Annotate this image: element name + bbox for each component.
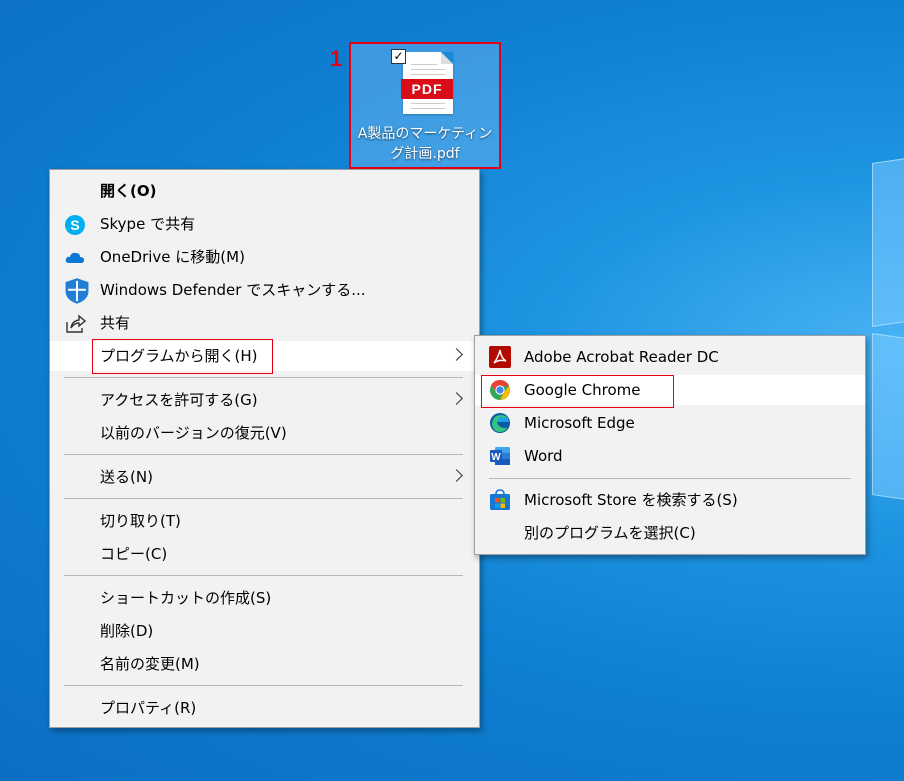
chevron-right-icon <box>450 392 463 405</box>
menu-separator <box>64 498 463 499</box>
menu-item-label: OneDrive に移動(M) <box>100 248 245 266</box>
onedrive-cloud-icon <box>65 252 84 263</box>
windows-logo-pane-top <box>872 157 904 327</box>
context-menu: 開く(O) S Skype で共有 OneDrive に移動(M) Window… <box>49 169 480 728</box>
menu-item-defender-scan[interactable]: Windows Defender でスキャンする... <box>50 275 479 305</box>
menu-item-label: 切り取り(T) <box>100 512 181 530</box>
windows-logo-pane-bottom <box>872 333 904 501</box>
chevron-right-icon <box>450 469 463 482</box>
pdf-badge: PDF <box>401 79 453 99</box>
submenu-item-label: Microsoft Edge <box>524 414 635 432</box>
menu-item-label: 以前のバージョンの復元(V) <box>100 424 287 442</box>
menu-separator <box>64 377 463 378</box>
menu-item-give-access[interactable]: アクセスを許可する(G) <box>50 385 479 415</box>
step-3-highlight-box <box>481 375 674 408</box>
menu-item-label: コピー(C) <box>100 545 168 563</box>
menu-item-label: 名前の変更(M) <box>100 655 200 673</box>
menu-item-delete[interactable]: 削除(D) <box>50 616 479 646</box>
menu-item-send-to[interactable]: 送る(N) <box>50 462 479 492</box>
menu-item-onedrive[interactable]: OneDrive に移動(M) <box>50 242 479 272</box>
menu-item-label: 削除(D) <box>100 622 154 640</box>
submenu-item-choose-another-app[interactable]: 別のプログラムを選択(C) <box>475 518 865 548</box>
menu-item-copy[interactable]: コピー(C) <box>50 539 479 569</box>
submenu-item-word[interactable]: W Word <box>475 441 865 471</box>
open-with-submenu: Adobe Acrobat Reader DC Google Chrome Mi… <box>474 335 866 555</box>
menu-separator <box>489 478 851 479</box>
adobe-acrobat-icon <box>489 346 511 368</box>
submenu-item-adobe-acrobat[interactable]: Adobe Acrobat Reader DC <box>475 342 865 372</box>
menu-item-label: 開く(O) <box>100 182 157 200</box>
menu-item-label: アクセスを許可する(G) <box>100 391 258 409</box>
submenu-item-label: Word <box>524 447 563 465</box>
menu-item-skype-share[interactable]: S Skype で共有 <box>50 209 479 239</box>
menu-item-label: Windows Defender でスキャンする... <box>100 281 366 299</box>
page-line <box>411 103 445 104</box>
submenu-item-label: Microsoft Store を検索する(S) <box>524 491 738 509</box>
menu-separator <box>64 575 463 576</box>
page-line <box>411 64 437 65</box>
menu-item-label: プロパティ(R) <box>100 699 197 717</box>
windows-defender-shield-icon <box>65 278 89 304</box>
share-icon <box>66 314 86 333</box>
page-line <box>411 74 445 75</box>
file-name-label: A製品のマーケティン グ計画.pdf <box>357 126 493 162</box>
skype-icon: S <box>65 215 85 235</box>
pdf-document-icon: PDF <box>401 52 453 114</box>
submenu-item-label: Adobe Acrobat Reader DC <box>524 348 719 366</box>
menu-item-label: Skype で共有 <box>100 215 196 233</box>
page-fold-corner <box>441 52 453 64</box>
menu-item-share[interactable]: 共有 <box>50 308 479 338</box>
submenu-item-microsoft-edge[interactable]: Microsoft Edge <box>475 408 865 438</box>
svg-text:S: S <box>70 217 79 233</box>
menu-item-open[interactable]: 開く(O) <box>50 176 479 206</box>
selection-checkbox[interactable]: ✓ <box>391 49 406 64</box>
page-line <box>411 108 445 109</box>
menu-item-cut[interactable]: 切り取り(T) <box>50 506 479 536</box>
word-icon: W <box>490 447 510 465</box>
menu-item-label: 共有 <box>100 314 131 332</box>
microsoft-edge-icon <box>490 413 510 433</box>
step-marker-1: 1 <box>330 46 343 71</box>
submenu-item-label: 別のプログラムを選択(C) <box>524 524 696 542</box>
menu-separator <box>64 454 463 455</box>
menu-item-properties[interactable]: プロパティ(R) <box>50 693 479 723</box>
menu-item-label: 送る(N) <box>100 468 153 486</box>
submenu-item-microsoft-store[interactable]: Microsoft Store を検索する(S) <box>475 485 865 515</box>
menu-item-restore-versions[interactable]: 以前のバージョンの復元(V) <box>50 418 479 448</box>
menu-item-rename[interactable]: 名前の変更(M) <box>50 649 479 679</box>
menu-item-label: ショートカットの作成(S) <box>100 589 272 607</box>
svg-text:W: W <box>491 452 501 463</box>
chevron-right-icon <box>450 348 463 361</box>
menu-item-create-shortcut[interactable]: ショートカットの作成(S) <box>50 583 479 613</box>
page-line <box>411 69 445 70</box>
menu-separator <box>64 685 463 686</box>
microsoft-store-icon <box>490 489 510 510</box>
step-2-highlight-box <box>92 339 273 374</box>
